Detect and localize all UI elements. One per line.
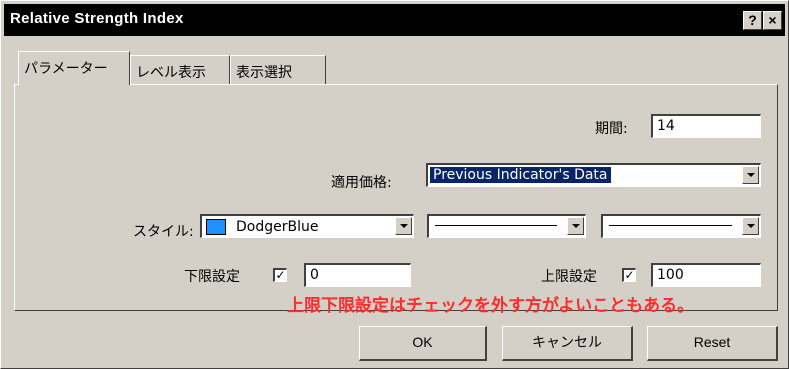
reset-button[interactable]: Reset (647, 326, 778, 361)
apply-price-value: Previous Indicator's Data (430, 167, 611, 183)
apply-price-select[interactable]: Previous Indicator's Data (426, 163, 761, 187)
tab-display-select[interactable]: 表示選択 (230, 55, 326, 85)
color-select[interactable]: DodgerBlue (200, 214, 414, 238)
upper-limit-input[interactable]: 100 (651, 263, 761, 287)
title-bar: Relative Strength Index ? × (4, 4, 785, 36)
upper-limit-checkbox[interactable]: ✓ (622, 268, 636, 282)
line-width-select[interactable] (601, 214, 761, 238)
chevron-down-icon[interactable] (742, 166, 759, 184)
line-style-select[interactable] (427, 214, 586, 238)
lower-limit-checkbox[interactable]: ✓ (273, 268, 287, 282)
color-swatch (206, 219, 226, 235)
color-name: DodgerBlue (236, 219, 319, 235)
window-title: Relative Strength Index (10, 10, 184, 27)
lower-limit-input[interactable]: 0 (304, 263, 411, 287)
annotation-note: 上限下限設定はチェックを外す方がよいこともある。 (287, 296, 695, 316)
tab-level-display[interactable]: レベル表示 (130, 55, 230, 85)
upper-limit-label: 上限設定 (541, 269, 597, 285)
tab-parameters[interactable]: パラメーター (18, 51, 130, 85)
period-label: 期間: (595, 121, 628, 137)
line-width-sample (609, 225, 732, 226)
chevron-down-icon[interactable] (395, 217, 412, 235)
style-label: スタイル: (133, 224, 194, 240)
apply-price-label: 適用価格: (331, 175, 392, 191)
chevron-down-icon[interactable] (567, 217, 584, 235)
close-button[interactable]: × (763, 11, 782, 30)
chevron-down-icon[interactable] (742, 217, 759, 235)
cancel-button[interactable]: キャンセル (502, 326, 633, 361)
lower-limit-label: 下限設定 (184, 269, 240, 285)
help-button[interactable]: ? (743, 11, 762, 30)
ok-button[interactable]: OK (359, 326, 487, 361)
period-input[interactable]: 14 (651, 114, 761, 138)
line-style-sample (435, 225, 557, 226)
rsi-dialog: Relative Strength Index ? × パラメーター レベル表示… (0, 0, 789, 369)
